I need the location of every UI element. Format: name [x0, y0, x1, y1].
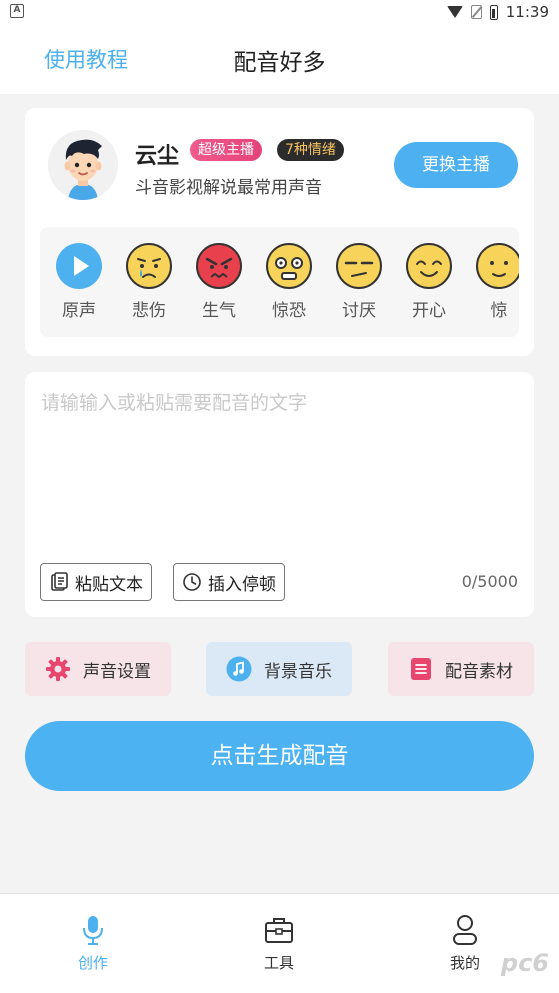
happy-face-icon — [406, 243, 452, 289]
emotion-count-badge: 7种情绪 — [277, 139, 344, 161]
no-sim-icon — [470, 5, 482, 19]
page-title: 配音好多 — [233, 50, 326, 76]
tab-mine[interactable]: 我的 — [425, 914, 505, 973]
wifi-icon — [446, 6, 463, 18]
anchor-card: 云尘 超级主播 7种情绪 斗音影视解说最常用声音 更换主播 原声 悲伤 生气 惊… — [25, 108, 534, 356]
sound-settings-button[interactable]: 声音设置 — [25, 642, 171, 696]
character-counter: 0/5000 — [461, 572, 518, 591]
emotion-item-sad[interactable]: 悲伤 — [119, 242, 179, 321]
surprised-face-icon — [476, 243, 519, 289]
emotion-item-shocked[interactable]: 惊恐 — [259, 242, 319, 321]
tab-tools[interactable]: 工具 — [239, 914, 319, 973]
status-icons: 11:39 — [446, 2, 549, 22]
avatar[interactable] — [48, 130, 118, 200]
header: 使用教程 配音好多 — [0, 24, 559, 94]
microphone-icon — [83, 916, 103, 945]
anchor-avatar-icon — [48, 130, 118, 200]
anchor-description: 斗音影视解说最常用声音 — [135, 178, 322, 198]
paste-text-label: 粘贴文本 — [75, 574, 143, 595]
sound-settings-label: 声音设置 — [83, 661, 151, 682]
status-bar: A 11:39 — [0, 0, 559, 24]
dubbing-text-input[interactable] — [41, 388, 511, 548]
change-anchor-button[interactable]: 更换主播 — [394, 142, 518, 188]
toolbox-icon — [265, 918, 293, 943]
insert-pause-label: 插入停顿 — [208, 574, 276, 595]
user-icon — [453, 915, 477, 945]
tab-mine-label: 我的 — [449, 954, 480, 972]
watermark: pc6 — [500, 949, 549, 977]
background-music-label: 背景音乐 — [264, 661, 332, 682]
level-badge: 超级主播 — [190, 139, 262, 161]
sad-face-icon — [126, 243, 172, 289]
music-note-icon — [226, 656, 252, 682]
battery-icon — [489, 4, 498, 20]
background-music-button[interactable]: 背景音乐 — [206, 642, 352, 696]
insert-pause-button[interactable]: 插入停顿 — [173, 563, 285, 601]
bottom-tab-bar: 创作 工具 我的 pc6 — [0, 893, 559, 993]
paste-text-button[interactable]: 粘贴文本 — [40, 563, 152, 601]
emotion-selector: 原声 悲伤 生气 惊恐 讨厌 开心 惊 — [40, 227, 519, 337]
dubbing-material-button[interactable]: 配音素材 — [388, 642, 534, 696]
play-icon — [56, 243, 102, 289]
emotion-item-angry[interactable]: 生气 — [189, 242, 249, 321]
dubbing-material-label: 配音素材 — [445, 661, 513, 682]
emotion-item-annoyed[interactable]: 讨厌 — [329, 242, 389, 321]
shocked-face-icon — [266, 243, 312, 289]
emotion-item-surprised[interactable]: 惊 — [469, 242, 519, 321]
tab-create[interactable]: 创作 — [53, 914, 133, 973]
status-time: 11:39 — [505, 3, 549, 21]
emotion-item-happy[interactable]: 开心 — [399, 242, 459, 321]
a-icon: A — [10, 4, 24, 18]
generate-dubbing-button[interactable]: 点击生成配音 — [25, 721, 534, 791]
annoyed-face-icon — [336, 243, 382, 289]
text-editor-card: 粘贴文本 插入停顿 0/5000 — [25, 372, 534, 617]
tab-create-label: 创作 — [77, 954, 108, 972]
anchor-name: 云尘 — [135, 144, 180, 169]
emotion-item-original[interactable]: 原声 — [49, 242, 109, 321]
angry-face-icon — [196, 243, 242, 289]
clock-icon — [183, 573, 201, 591]
clipboard-icon — [51, 572, 68, 591]
gear-icon — [46, 657, 70, 681]
document-list-icon — [411, 658, 431, 680]
tab-tools-label: 工具 — [263, 954, 294, 972]
